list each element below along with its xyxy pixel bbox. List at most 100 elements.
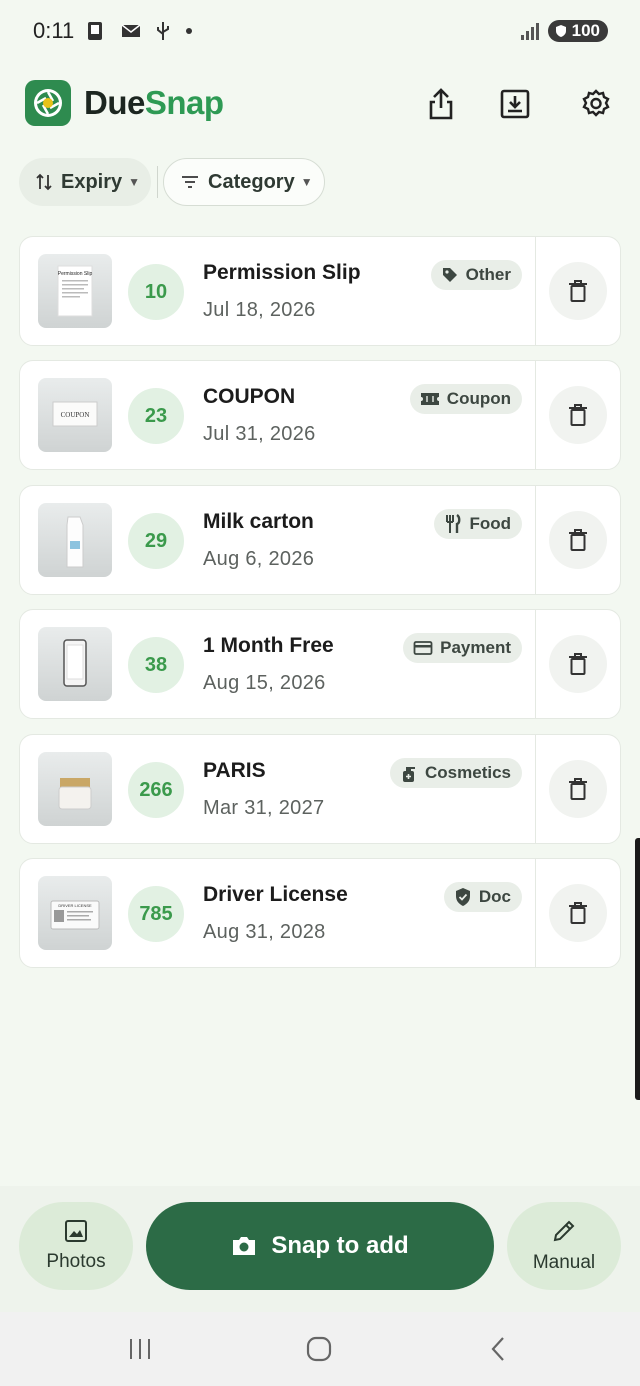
- category-tag: Doc: [443, 882, 522, 912]
- delete-button[interactable]: [549, 511, 607, 569]
- item-title: Milk carton: [203, 510, 314, 533]
- category-tag: Cosmetics: [390, 758, 522, 788]
- signal-icon: [520, 23, 539, 40]
- trash-icon: [569, 902, 587, 924]
- item-thumbnail: DRIVER LICENSE: [38, 876, 112, 950]
- photos-label: Photos: [46, 1251, 106, 1272]
- settings-icon: [582, 89, 610, 117]
- app-logo: [25, 80, 71, 126]
- status-bar: 0:11 100: [0, 0, 640, 64]
- item-title: COUPON: [203, 385, 296, 408]
- pencil-icon: [553, 1220, 575, 1242]
- home-button[interactable]: [299, 1332, 339, 1366]
- share-button[interactable]: [421, 84, 461, 124]
- category-chip[interactable]: Category ▼: [163, 158, 325, 206]
- days-remaining-badge: 266: [128, 762, 184, 818]
- back-icon: [491, 1337, 504, 1361]
- document-thumbnail: Permission Slip: [57, 265, 93, 317]
- trash-icon: [569, 653, 587, 675]
- list-item[interactable]: Permission Slip 10 Permission Slip Jul 1…: [19, 236, 621, 346]
- battery-level: 100: [571, 21, 600, 40]
- list-item[interactable]: 29 Milk carton Aug 6, 2026 Food: [19, 485, 621, 595]
- bottom-action-bar: Photos Snap to add Manual: [0, 1186, 640, 1312]
- svg-text:Permission Slip: Permission Slip: [58, 271, 93, 277]
- trash-icon: [569, 529, 587, 551]
- recents-button[interactable]: [120, 1332, 160, 1366]
- delete-button[interactable]: [549, 760, 607, 818]
- recents-icon: [130, 1339, 150, 1359]
- trash-icon: [569, 404, 587, 426]
- item-thumbnail: [38, 627, 112, 701]
- snap-to-add-button[interactable]: Snap to add: [146, 1202, 494, 1290]
- delete-button[interactable]: [549, 386, 607, 444]
- days-remaining-badge: 38: [128, 637, 184, 693]
- filter-icon: [182, 176, 198, 188]
- usb-icon: [157, 22, 169, 40]
- sort-chip[interactable]: Expiry ▼: [19, 158, 151, 206]
- license-card-thumbnail: DRIVER LICENSE: [50, 900, 100, 930]
- item-thumbnail: [38, 503, 112, 577]
- chevron-down-icon: ▼: [128, 175, 141, 189]
- app-header: DueSnap: [0, 72, 640, 138]
- cosmetic-jar-thumbnail: [58, 778, 92, 810]
- days-remaining-badge: 23: [128, 388, 184, 444]
- item-date: Jul 31, 2026: [203, 423, 316, 445]
- days-remaining-badge: 29: [128, 513, 184, 569]
- status-time: 0:11: [33, 18, 75, 43]
- category-tag: Food: [434, 509, 522, 539]
- list-item[interactable]: DRIVER LICENSE 785 Driver License Aug 31…: [19, 858, 621, 968]
- svg-text:COUPON: COUPON: [61, 411, 90, 419]
- item-thumbnail: COUPON: [38, 378, 112, 452]
- milk-carton-thumbnail: [66, 516, 84, 568]
- days-remaining-badge: 10: [128, 264, 184, 320]
- photos-button[interactable]: Photos: [19, 1202, 133, 1290]
- phone-thumbnail: [63, 639, 87, 687]
- system-nav-bar: [0, 1312, 640, 1386]
- item-date: Aug 31, 2028: [203, 921, 326, 943]
- delete-button[interactable]: [549, 884, 607, 942]
- item-thumbnail: Permission Slip: [38, 254, 112, 328]
- credit-card-icon: [413, 641, 433, 655]
- battery-indicator: 100: [547, 20, 608, 42]
- back-button[interactable]: [478, 1332, 518, 1366]
- download-button[interactable]: [495, 84, 535, 124]
- delete-button[interactable]: [549, 635, 607, 693]
- item-date: Aug 15, 2026: [203, 672, 326, 694]
- list-item[interactable]: 38 1 Month Free Aug 15, 2026 Payment: [19, 609, 621, 719]
- utensils-icon: [446, 514, 461, 533]
- item-title: Permission Slip: [203, 261, 361, 284]
- sort-label: Expiry: [61, 170, 123, 193]
- mail-icon: [121, 24, 141, 37]
- image-icon: [65, 1220, 87, 1242]
- camera-icon: [233, 1237, 256, 1255]
- item-date: Mar 31, 2027: [203, 797, 325, 819]
- days-remaining-badge: 785: [128, 886, 184, 942]
- chip-divider: [157, 166, 158, 198]
- share-icon: [429, 88, 453, 120]
- category-tag: Payment: [403, 633, 522, 663]
- download-icon: [500, 89, 530, 119]
- sort-icon: [36, 173, 52, 191]
- shield-check-icon: [455, 888, 470, 906]
- battery-shield-icon: [555, 25, 566, 37]
- settings-button[interactable]: [576, 84, 616, 124]
- app-title: DueSnap: [84, 84, 224, 121]
- aperture-icon: [34, 89, 62, 117]
- category-label: Category: [208, 170, 295, 193]
- item-thumbnail: [38, 752, 112, 826]
- manual-label: Manual: [532, 1252, 596, 1273]
- category-tag: Other: [430, 260, 522, 290]
- item-title: 1 Month Free: [203, 634, 334, 657]
- list-item[interactable]: 266 PARIS Mar 31, 2027 Cosmetics: [19, 734, 621, 844]
- dot-icon: [186, 28, 192, 34]
- svg-text:DRIVER LICENSE: DRIVER LICENSE: [58, 903, 92, 908]
- spray-bottle-icon: [403, 767, 416, 782]
- item-title: Driver License: [203, 883, 348, 906]
- edge-panel-handle[interactable]: [635, 838, 640, 1100]
- item-date: Aug 6, 2026: [203, 548, 315, 570]
- delete-button[interactable]: [549, 262, 607, 320]
- manual-button[interactable]: Manual: [507, 1202, 621, 1290]
- category-tag: Coupon: [409, 384, 522, 414]
- list-item[interactable]: COUPON 23 COUPON Jul 31, 2026 Coupon: [19, 360, 621, 470]
- snap-to-add-label: Snap to add: [271, 1232, 409, 1259]
